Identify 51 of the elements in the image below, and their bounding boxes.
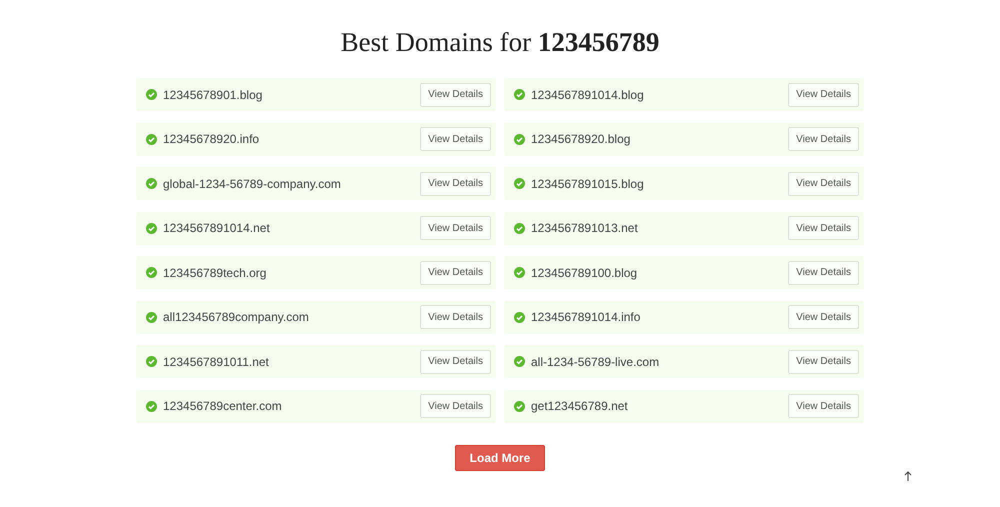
- check-icon: [514, 356, 525, 367]
- domain-name: 1234567891014.info: [531, 309, 642, 326]
- domain-name: 12345678920.blog: [531, 131, 632, 148]
- view-details-button[interactable]: View Details: [788, 260, 859, 284]
- view-details-button[interactable]: View Details: [420, 305, 491, 329]
- check-icon: [146, 400, 157, 412]
- domain-name: global-1234-56789-company.com: [163, 176, 342, 192]
- domain-name: 1234567891013.net: [531, 220, 639, 237]
- check-icon: [146, 267, 157, 278]
- view-details-button[interactable]: View Details: [788, 350, 859, 374]
- arrow-up-icon[interactable]: [904, 471, 912, 481]
- domain-name: 1234567891011.net: [163, 354, 270, 370]
- check-icon: [514, 89, 525, 100]
- view-details-button[interactable]: View Details: [420, 82, 491, 106]
- domain-name: 1234567891014.blog: [531, 86, 645, 104]
- check-icon: [146, 356, 157, 367]
- domain-name: 123456789center.com: [163, 398, 283, 415]
- domain-name: 123456789tech.org: [163, 264, 268, 282]
- view-details-button[interactable]: View Details: [788, 394, 859, 418]
- view-details-button[interactable]: View Details: [788, 127, 859, 151]
- check-icon: [514, 400, 525, 412]
- domain-name: 123456789100.blog: [531, 264, 638, 282]
- check-icon: [146, 89, 157, 100]
- view-details-button[interactable]: View Details: [420, 127, 491, 151]
- domain-name: all123456789company.com: [163, 309, 310, 326]
- domain-name: 1234567891015.blog: [531, 176, 645, 192]
- check-icon: [146, 222, 157, 234]
- check-icon: [146, 134, 157, 144]
- domain-name: 12345678920.info: [163, 131, 260, 148]
- check-icon: [514, 312, 525, 322]
- view-details-button[interactable]: View Details: [420, 394, 491, 418]
- page-title: Best Domains for 123456789: [340, 26, 660, 59]
- view-details-button[interactable]: View Details: [788, 216, 859, 240]
- domain-name: 1234567891014.net: [163, 220, 271, 237]
- load-more-button[interactable]: Load More: [455, 444, 545, 470]
- check-icon: [146, 312, 157, 322]
- view-details-button[interactable]: View Details: [420, 172, 491, 196]
- view-details-button[interactable]: View Details: [788, 305, 859, 329]
- view-details-button[interactable]: View Details: [788, 172, 859, 196]
- view-details-button[interactable]: View Details: [420, 216, 491, 240]
- view-details-button[interactable]: View Details: [420, 260, 491, 284]
- check-icon: [514, 134, 525, 144]
- domain-name: 12345678901.blog: [163, 86, 264, 104]
- check-icon: [514, 267, 525, 278]
- check-icon: [514, 178, 525, 189]
- domain-name: all-1234-56789-live.com: [531, 354, 660, 370]
- domain-name: get123456789.net: [531, 398, 629, 415]
- check-icon: [146, 178, 157, 189]
- check-icon: [514, 222, 525, 234]
- view-details-button[interactable]: View Details: [788, 82, 859, 106]
- view-details-button[interactable]: View Details: [420, 350, 491, 374]
